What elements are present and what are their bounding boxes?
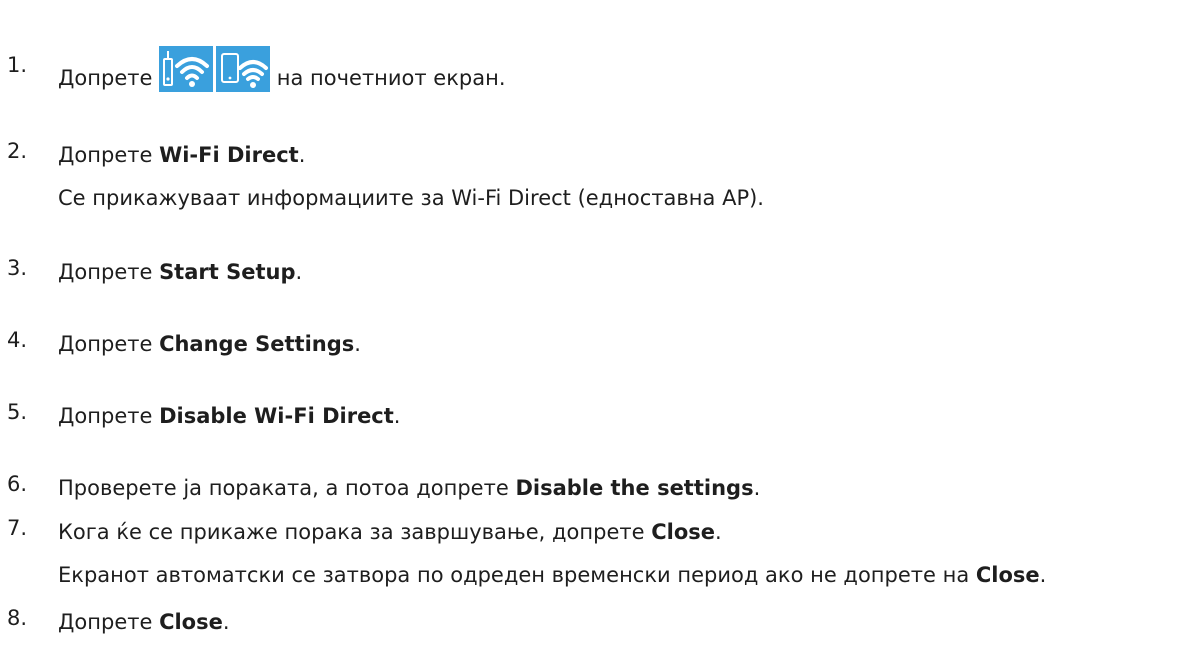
step-text-bold: Close <box>159 610 223 634</box>
step-text-post: . <box>753 476 761 500</box>
step-text: Допрете Close. <box>58 609 230 635</box>
step-text-pre: Допрете <box>58 610 160 634</box>
step-text: Допрете Disable Wi-Fi Direct. <box>58 403 400 429</box>
step-subtext: Екранот автоматски се затвора по одреден… <box>58 562 1046 588</box>
wifi-icons <box>159 46 271 92</box>
step-number: 1. <box>7 53 28 77</box>
step-text-bold: Disable the settings <box>515 476 754 500</box>
step-text-bold: Change Settings <box>159 332 355 356</box>
step-text: Проверете ја пораката, а потоа допрете D… <box>58 475 760 501</box>
step-text-pre: Допрете <box>58 404 160 428</box>
step-text-pre: Допрете <box>58 143 160 167</box>
step-text: Кога ќе се прикаже порака за завршување,… <box>58 519 722 545</box>
step-text: Допрете Wi-Fi Direct. <box>58 142 305 168</box>
step-text-pre: Допрете <box>58 260 160 284</box>
step-number: 4. <box>7 328 28 352</box>
step-text-bold: Start Setup <box>159 260 296 284</box>
step-text-post: . <box>354 332 361 356</box>
step-text: Допрете Start Setup. <box>58 259 302 285</box>
step-text-pre: Кога ќе се прикаже порака за завршување,… <box>58 520 652 544</box>
step-text-pre: Проверете ја пораката, а потоа допрете <box>58 476 516 500</box>
step-subtext-pre: Екранот автоматски се затвора по одреден… <box>58 563 976 587</box>
step-number: 5. <box>7 400 28 424</box>
step-number: 7. <box>7 516 28 540</box>
wifi-router-icon <box>159 46 214 92</box>
step-number: 2. <box>7 139 28 163</box>
step-text-bold: Wi-Fi Direct <box>159 143 299 167</box>
step-text-post: . <box>298 143 306 167</box>
step-number: 3. <box>7 256 28 280</box>
step-text: Допрете Change Settings. <box>58 331 361 357</box>
step-text-post: . <box>714 520 722 544</box>
step-subtext-post: . <box>1039 563 1047 587</box>
step-text-post: . <box>222 610 230 634</box>
step-text-post: на почетниот екран. <box>276 66 506 90</box>
step-number: 6. <box>7 472 28 496</box>
step-text-post: . <box>295 260 303 284</box>
step-number: 8. <box>7 606 28 630</box>
step-text-bold: Close <box>651 520 715 544</box>
step-text-post: . <box>393 404 401 428</box>
step-text-pre: Допрете <box>58 332 160 356</box>
step-subtext: Се прикажуваат информациите за Wi-Fi Dir… <box>58 186 764 210</box>
step-text-pre: Допрете <box>58 66 153 90</box>
step-text: Допрете на почетниот екран. <box>58 46 506 102</box>
step-text-bold: Disable Wi-Fi Direct <box>159 404 394 428</box>
wifi-direct-device-icon <box>216 46 271 92</box>
step-subtext-bold: Close <box>975 563 1040 587</box>
